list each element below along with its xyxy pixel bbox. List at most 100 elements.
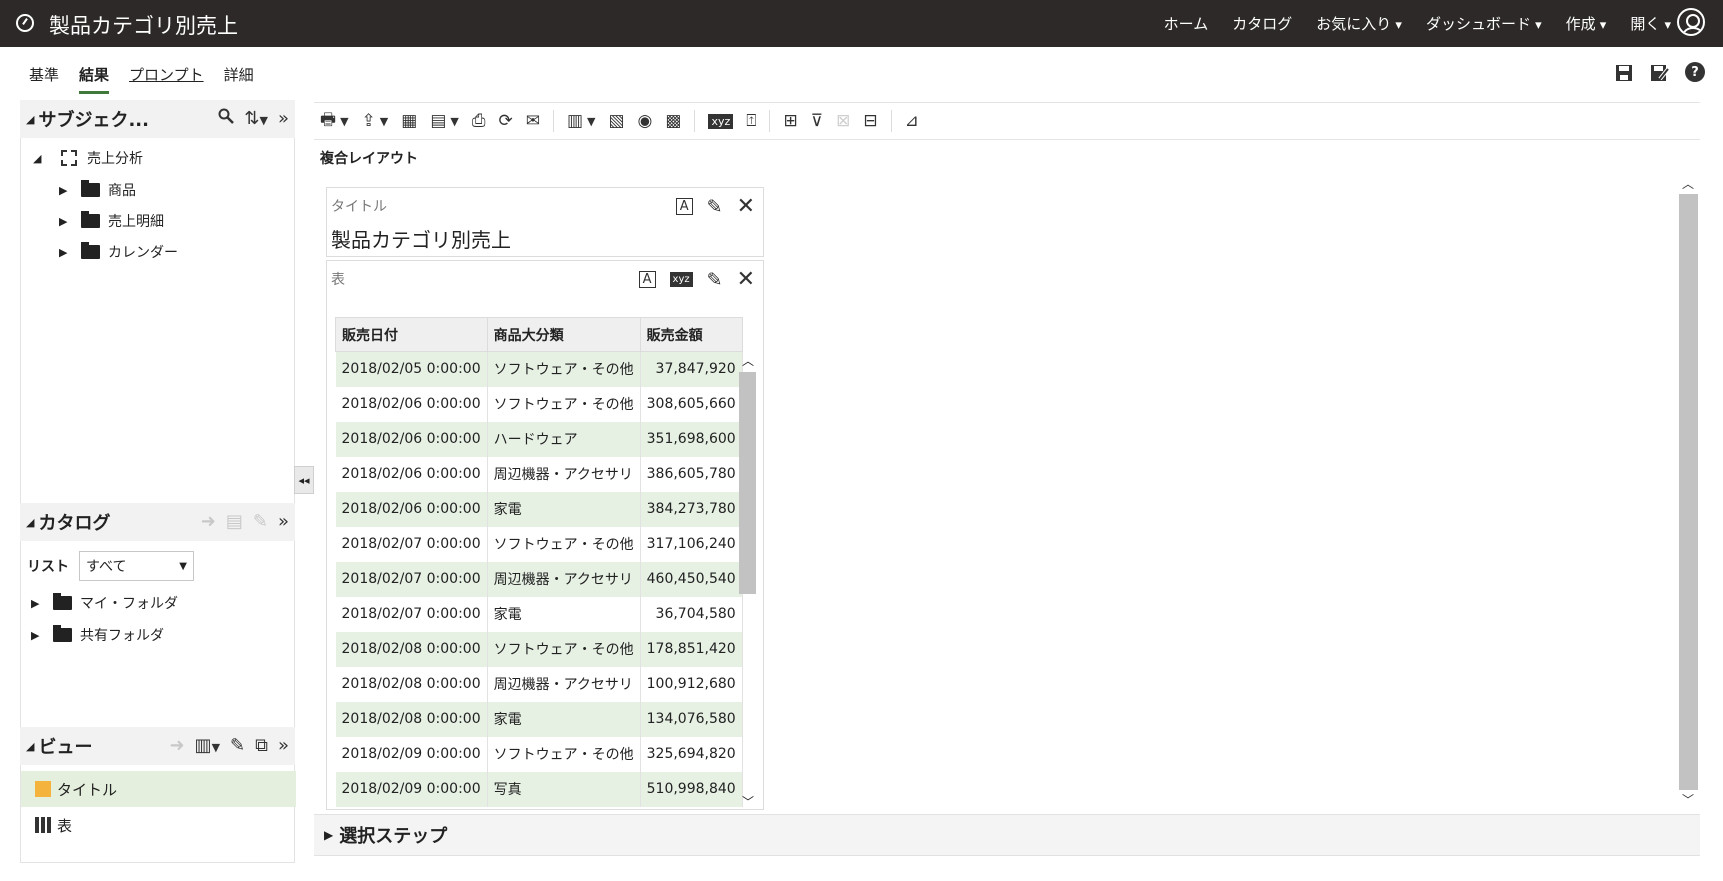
nav-favorites[interactable]: お気に入り — [1316, 13, 1402, 34]
expand-icon[interactable]: ▶ — [59, 215, 73, 228]
expand-icon[interactable]: ▶ — [31, 597, 45, 610]
add-to-layout-icon: ➜ — [169, 735, 185, 756]
edit-icon[interactable]: ✎ — [707, 196, 723, 218]
edit-title-icon[interactable]: ⍐ — [746, 111, 756, 131]
help-icon[interactable]: ? — [1685, 62, 1705, 82]
export-icon[interactable]: ⇪ ▼ — [362, 111, 389, 131]
show-sql-icon[interactable]: xyz — [708, 113, 734, 129]
save-icon[interactable] — [1613, 62, 1635, 84]
scroll-up-icon[interactable]: ︿ — [742, 352, 754, 369]
column-header-category[interactable]: 商品大分類 — [486, 317, 641, 352]
table-row: 2018/02/06 0:00:00 ハードウェア 351,698,600 — [335, 421, 743, 457]
column-header-amount[interactable]: 販売金額 — [639, 317, 743, 352]
user-profile-icon[interactable] — [1677, 8, 1705, 36]
view-item-table[interactable]: 表 — [21, 807, 296, 843]
table-row: 2018/02/08 0:00:00 周辺機器・アクセサリ 100,912,680 — [335, 666, 743, 702]
table-scrollbar[interactable]: ︿ ﹀ — [737, 350, 758, 810]
expand-icon[interactable]: ▶ — [59, 246, 73, 259]
tree-folder-product[interactable]: ▶ 商品 — [59, 180, 136, 200]
results-toolbar: 🖶 ▼ ⇪ ▼ ▦ ▤ ▼ ⎙ ⟳ ✉ ▥ ▼ ▧ ◉ ▩ xyz ⍐ ⊞ ⊽ ⊠ ⊟ … — [314, 102, 1700, 140]
tab-criteria[interactable]: 基準 — [29, 64, 59, 94]
tab-results[interactable]: 結果 — [79, 64, 110, 94]
canvas-scrollbar[interactable]: ︿ ﹀ — [1679, 175, 1698, 808]
table-row: 2018/02/07 0:00:00 ソフトウェア・その他 317,106,240 — [335, 526, 743, 562]
cell-date: 2018/02/06 0:00:00 — [335, 456, 488, 492]
edit-view-icon[interactable]: ✎ — [230, 735, 245, 756]
cell-amount: 325,694,820 — [640, 736, 743, 772]
close-icon[interactable]: ✕ — [737, 194, 755, 219]
close-icon[interactable]: ✕ — [737, 267, 755, 292]
pivot-icon[interactable]: ⊟ — [863, 111, 877, 131]
print-preview-icon[interactable]: ⎙ — [472, 111, 486, 131]
expand-panel-icon[interactable]: » — [278, 735, 289, 756]
remove-icon: ⊠ — [836, 111, 851, 131]
filter-icon[interactable]: ⊽ — [811, 111, 823, 131]
nav-home[interactable]: ホーム — [1164, 13, 1209, 34]
refresh-icon[interactable]: ⟳ — [498, 111, 512, 131]
tab-prompts[interactable]: プロンプト — [129, 64, 204, 94]
title-view-label: タイトル — [331, 199, 387, 215]
table-scroll-thumb[interactable] — [739, 372, 756, 594]
expand-icon[interactable]: ▶ — [324, 828, 333, 842]
new-group-icon[interactable]: ◉ — [638, 111, 653, 131]
expand-icon[interactable]: ▶ — [31, 629, 45, 642]
column-header-date[interactable]: 販売日付 — [335, 317, 488, 352]
expand-icon[interactable]: ▶ — [59, 184, 73, 197]
cell-category: 周辺機器・アクセサリ — [487, 561, 641, 597]
new-calculated-item-icon[interactable]: ▧ — [608, 111, 624, 131]
catalog-folder-my[interactable]: ▶ マイ・フォルダ — [31, 593, 178, 613]
duplicate-view-icon[interactable]: ⧉ — [255, 735, 268, 756]
app-logo-icon[interactable] — [16, 14, 34, 32]
chart-preview-icon[interactable]: ⊿ — [905, 111, 919, 131]
tab-advanced[interactable]: 詳細 — [224, 64, 254, 94]
collapse-triangle-icon[interactable]: ◢ — [26, 113, 34, 126]
toolbar-separator — [552, 110, 554, 132]
new-view-icon[interactable]: ▥▼ — [195, 735, 220, 756]
tree-folder-calendar[interactable]: ▶ カレンダー — [59, 242, 178, 262]
search-icon[interactable] — [218, 108, 235, 129]
properties-icon: ▤ — [225, 511, 243, 532]
format-text-icon[interactable]: A — [638, 271, 656, 288]
cell-amount: 510,998,840 — [640, 771, 743, 807]
collapse-icon[interactable]: ◢ — [33, 152, 47, 165]
edit-icon[interactable]: ✎ — [707, 269, 723, 291]
list-select[interactable]: すべて ▼ — [79, 551, 194, 581]
folder-label: 売上明細 — [108, 214, 164, 230]
nav-open[interactable]: 開く — [1630, 13, 1671, 34]
new-calc-measure-icon[interactable]: ▩ — [665, 111, 681, 131]
nav-new[interactable]: 作成 — [1566, 13, 1607, 34]
scroll-down-icon[interactable]: ﹀ — [1682, 791, 1694, 808]
views-title: ビュー — [38, 737, 93, 758]
tree-root[interactable]: ◢ 売上分析 — [33, 148, 143, 168]
catalog-body: リスト すべて ▼ ▶ マイ・フォルダ ▶ 共有フォルダ — [20, 541, 295, 731]
cell-date: 2018/02/08 0:00:00 — [335, 666, 488, 702]
format-text-icon[interactable]: A — [675, 198, 693, 215]
expand-panel-icon[interactable]: » — [278, 511, 289, 532]
collapse-triangle-icon[interactable]: ◢ — [26, 740, 34, 753]
expand-panel-icon[interactable]: » — [278, 108, 289, 129]
catalog-folder-shared[interactable]: ▶ 共有フォルダ — [31, 625, 164, 645]
print-icon[interactable]: 🖶 ▼ — [320, 107, 349, 136]
table-view-label: 表 — [331, 272, 345, 288]
scroll-down-icon[interactable]: ﹀ — [742, 793, 754, 810]
add-to-briefing-icon[interactable]: ▤ ▼ — [430, 111, 459, 131]
nav-catalog[interactable]: カタログ — [1232, 13, 1292, 34]
cell-category: ソフトウェア・その他 — [487, 351, 641, 387]
collapse-left-pane-button[interactable]: ◂◂ — [294, 466, 314, 494]
view-item-title[interactable]: タイトル — [21, 771, 296, 807]
new-view-icon[interactable]: ▥▼ — [567, 111, 596, 131]
sort-icon[interactable]: ⇅▼ — [244, 108, 268, 129]
save-as-icon[interactable] — [1649, 62, 1671, 84]
nav-dashboards[interactable]: ダッシュボード — [1426, 13, 1542, 34]
cell-category: 家電 — [487, 701, 641, 737]
email-icon[interactable]: ✉ — [526, 111, 540, 131]
tree-folder-sales-detail[interactable]: ▶ 売上明細 — [59, 211, 164, 231]
add-row-icon[interactable]: ⊞ — [783, 111, 797, 131]
canvas-scroll-thumb[interactable] — [1679, 194, 1698, 790]
title-view-text: 製品カテゴリ別売上 — [331, 228, 511, 252]
scroll-up-icon[interactable]: ︿ — [1682, 175, 1694, 192]
format-data-icon[interactable]: xyz — [669, 272, 693, 287]
collapse-triangle-icon[interactable]: ◢ — [26, 516, 34, 529]
schedule-icon[interactable]: ▦ — [401, 111, 417, 131]
selection-steps-bar[interactable]: ▶ 選択ステップ — [314, 814, 1700, 856]
